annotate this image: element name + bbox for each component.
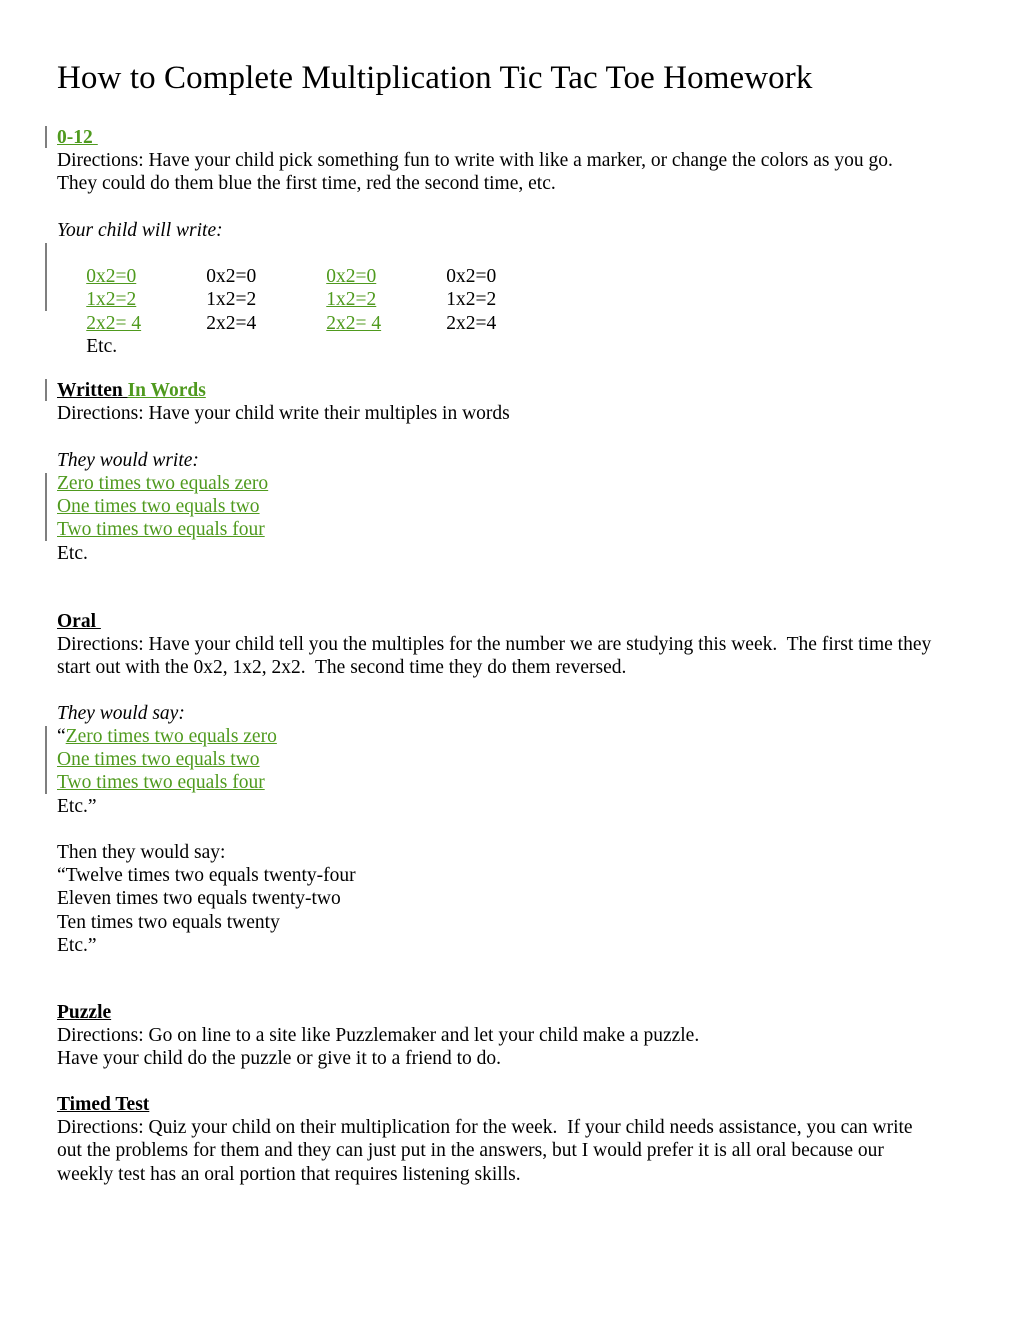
oral-example-1: One times two equals two (57, 749, 260, 771)
lead-in-your-child-will-write: Your child will write: (57, 220, 223, 241)
heading-0-12: 0-12 (57, 126, 893, 149)
list-item: Ten times two equals twenty (57, 911, 280, 933)
heading-timed-test: Timed Test (57, 1093, 913, 1116)
written-example-2: Two times two equals four (57, 519, 265, 541)
written-example-1: One times two equals two (57, 496, 260, 518)
oral-examples-etc: Etc.” (57, 795, 97, 817)
list-item: Zero times two equals zero (57, 472, 268, 495)
lead-in-then-they-would-say: Then they would say: (57, 842, 226, 863)
heading-written-in-words: Written In Words (57, 379, 510, 402)
heading-oral-text: Oral (57, 611, 101, 632)
cell-r0-c0: 0x2=0 (86, 266, 137, 288)
heading-oral: Oral (57, 610, 931, 633)
cell-r1-c3: 1x2=2 (446, 289, 497, 311)
cell-r2-c2: 2x2= 4 (326, 312, 382, 334)
list-item: “Zero times two equals zero (57, 725, 277, 748)
section-written-in-words: Written In Words Directions: Have your c… (57, 379, 510, 425)
cell-r0-c2: 0x2=0 (326, 266, 377, 288)
list-item: One times two equals two (57, 748, 277, 771)
change-bar-multiplication-table (45, 243, 47, 311)
heading-puzzle: Puzzle (57, 1001, 699, 1024)
written-examples-list: Zero times two equals zero One times two… (57, 472, 268, 565)
oral-examples-list: “Zero times two equals zero One times tw… (57, 725, 277, 818)
list-item: Eleven times two equals twenty-two (57, 888, 341, 910)
oral-example-2: Two times two equals four (57, 772, 265, 794)
section-puzzle: Puzzle Directions: Go on line to a site … (57, 1001, 699, 1071)
heading-0-12-text: 0-12 (57, 127, 98, 148)
directions-timed-test-line1: Directions: Quiz your child on their mul… (57, 1117, 913, 1139)
page-title: How to Complete Multiplication Tic Tac T… (57, 60, 813, 96)
change-bar-heading-0-12 (45, 126, 47, 148)
directions-0-12-line2: They could do them blue the first time, … (57, 173, 556, 195)
cell-r2-c0: 2x2= 4 (86, 312, 142, 334)
heading-timed-test-text: Timed Test (57, 1094, 150, 1115)
directions-0-12-line1: Directions: Have your child pick somethi… (57, 150, 893, 172)
written-examples-etc: Etc. (57, 542, 88, 564)
list-item: “Twelve times two equals twenty-four (57, 865, 356, 887)
cell-r1-c0: 1x2=2 (86, 289, 137, 311)
heading-puzzle-text: Puzzle (57, 1002, 112, 1023)
cell-r1-c2: 1x2=2 (326, 289, 377, 311)
directions-timed-test-line3: weekly test has an oral portion that req… (57, 1163, 521, 1185)
change-bar-oral-examples (45, 726, 47, 794)
cell-r1-c1: 1x2=2 (206, 289, 257, 311)
heading-written-text: Written (57, 380, 128, 401)
lead-in-they-would-write: They would write: (57, 450, 199, 471)
change-bar-heading-written-in-words (45, 379, 47, 401)
oral-example-0: Zero times two equals zero (65, 726, 277, 747)
document-page: How to Complete Multiplication Tic Tac T… (0, 0, 1020, 1320)
directions-written-in-words: Directions: Have your child write their … (57, 403, 510, 425)
oral-reversed-list: Then they would say: “Twelve times two e… (57, 841, 356, 957)
heading-in-words-text: In Words (127, 380, 206, 401)
cell-r2-c1: 2x2=4 (206, 312, 257, 334)
multiplication-columns: 0x2=0 0x2=0 0x2=0 0x2=0 1x2=2 1x2=2 1x2=2 1x2=… (57, 242, 566, 357)
oral-reversed-etc: Etc.” (57, 934, 97, 956)
table-row: 0x2=0 0x2=0 0x2=0 0x2=0 (57, 242, 566, 287)
directions-puzzle-line1: Directions: Go on line to a site like Pu… (57, 1025, 700, 1047)
directions-oral-line1: Directions: Have your child tell you the… (57, 634, 932, 656)
list-item: One times two equals two (57, 495, 268, 518)
written-example-0: Zero times two equals zero (57, 473, 269, 494)
cell-r2-c3: 2x2=4 (446, 312, 497, 334)
change-bar-written-examples (45, 473, 47, 541)
table-etc-label: Etc. (86, 335, 118, 357)
cell-r0-c3: 0x2=0 (446, 266, 497, 288)
cell-r0-c1: 0x2=0 (206, 266, 257, 288)
directions-oral-line2: start out with the 0x2, 1x2, 2x2. The se… (57, 657, 627, 679)
list-item: Two times two equals four (57, 518, 268, 541)
section-timed-test: Timed Test Directions: Quiz your child o… (57, 1093, 913, 1186)
lead-in-they-would-say: They would say: (57, 703, 185, 724)
directions-timed-test-line2: out the problems for them and they can j… (57, 1140, 884, 1162)
section-0-12: 0-12 Directions: Have your child pick so… (57, 126, 893, 196)
oral-open-quote: “ (57, 726, 66, 747)
list-item: Two times two equals four (57, 771, 277, 794)
directions-puzzle-line2: Have your child do the puzzle or give it… (57, 1048, 502, 1070)
section-oral: Oral Directions: Have your child tell yo… (57, 610, 931, 680)
